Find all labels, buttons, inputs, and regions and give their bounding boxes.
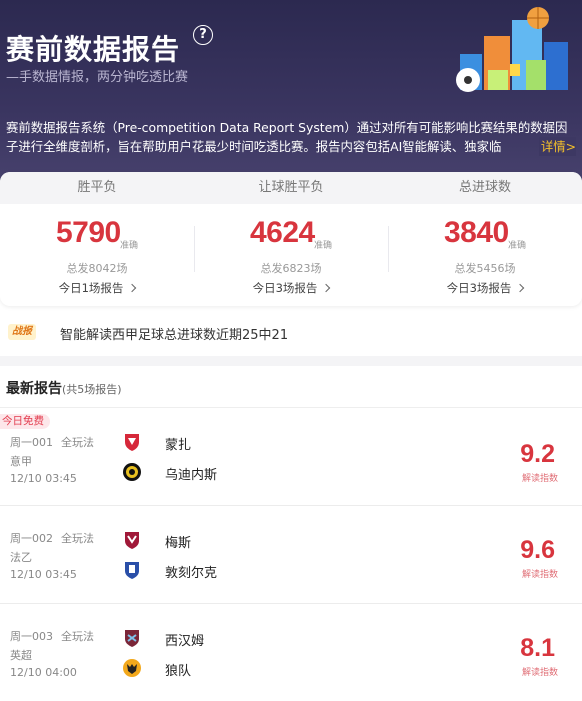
analysis-score-label: 解读指数 (521, 570, 558, 580)
home-team: 西汉姆 (165, 634, 205, 649)
analysis-score-label: 解读指数 (521, 474, 558, 484)
away-team: 狼队 (165, 664, 192, 679)
match-time: 12/10 03:45 (10, 568, 77, 581)
page-subtitle: —手数据情报，两分钟吃透比赛 (6, 70, 189, 85)
match-card[interactable]: 周一003 全玩法 英超 12/10 04:00 西汉姆 狼队 8.1 解读指数 (0, 604, 582, 701)
home-team: 蒙扎 (165, 438, 192, 453)
stats-header-win-draw-loss: 胜平负 (77, 180, 117, 195)
total-count: 总发6823场 (260, 262, 322, 275)
report-count: (共5场报告) (62, 383, 122, 396)
today-reports-link[interactable]: 今日1场报告 (0, 280, 194, 296)
stats-column-handicap: 4624 准确 总发6823场 今日3场报告 (194, 204, 388, 306)
accurate-count: 3840 (444, 216, 509, 249)
league-name: 法乙 (10, 551, 32, 564)
stats-card: 胜平负 让球胜平负 总进球数 5790 准确 总发8042场 今日1场报告 46… (0, 172, 582, 306)
analysis-score: 9.2 (520, 440, 555, 468)
total-count: 总发5456场 (454, 262, 516, 275)
total-count: 总发8042场 (66, 262, 128, 275)
page-title: 赛前数据报告 (6, 33, 181, 66)
league-name: 意甲 (10, 455, 32, 468)
free-today-badge: 今日免费 (0, 414, 50, 429)
battle-report-badge: 战报 (8, 324, 36, 340)
accurate-tag: 准确 (508, 241, 527, 251)
latest-reports-title: 最新报告(共5场报告) (6, 381, 122, 397)
hero-description: 赛前数据报告系统（Pre-competition Data Report Sys… (6, 118, 576, 156)
stats-header-total-goals: 总进球数 (458, 180, 511, 195)
accurate-tag: 准确 (120, 241, 139, 251)
home-team: 梅斯 (165, 536, 192, 551)
ticker-text[interactable]: 智能解读西甲足球总进球数近期25中21 (60, 324, 288, 343)
match-code: 周一002 (10, 532, 53, 545)
accurate-count: 5790 (56, 216, 121, 249)
stats-header-handicap: 让球胜平负 (258, 180, 324, 195)
details-link[interactable]: 详情> (538, 137, 576, 156)
hero-banner: 赛前数据报告 ? —手数据情报，两分钟吃透比赛 赛前数据报告系统（Pre-com… (0, 0, 582, 200)
match-code: 周一003 (10, 630, 53, 643)
monza-crest-icon (125, 434, 139, 451)
analysis-score: 9.6 (520, 536, 555, 564)
accurate-count: 4624 (250, 216, 315, 249)
today-reports-link[interactable]: 今日3场报告 (194, 280, 388, 296)
section-separator (0, 356, 582, 366)
accurate-tag: 准确 (314, 241, 333, 251)
stats-column-win-draw-loss: 5790 准确 总发8042场 今日1场报告 (0, 204, 194, 306)
wolves-crest-icon (123, 659, 141, 677)
away-team: 乌迪内斯 (165, 468, 218, 483)
match-card[interactable]: 周一002 全玩法 法乙 12/10 03:45 梅斯 敦刻尔克 9.6 解读指… (0, 506, 582, 604)
stats-header: 胜平负 让球胜平负 总进球数 (0, 172, 582, 204)
analysis-score-label: 解读指数 (521, 668, 558, 678)
metz-crest-icon (125, 532, 139, 549)
match-card[interactable]: 今日免费 周一001 全玩法 意甲 12/10 03:45 蒙扎 乌迪内斯 9.… (0, 408, 582, 506)
play-type: 全玩法 (61, 436, 94, 449)
match-time: 12/10 04:00 (10, 666, 77, 679)
help-icon[interactable]: ? (193, 25, 213, 45)
league-name: 英超 (10, 649, 32, 662)
match-time: 12/10 03:45 (10, 472, 77, 485)
chevron-right-icon (128, 283, 137, 293)
udinese-crest-icon (123, 463, 141, 481)
news-ticker[interactable]: 战报 智能解读西甲足球总进球数近期25中21 (0, 316, 582, 350)
west-ham-crest-icon (125, 630, 139, 647)
today-reports-link[interactable]: 今日3场报告 (388, 280, 582, 296)
analysis-score: 8.1 (520, 634, 555, 662)
away-team: 敦刻尔克 (165, 566, 218, 581)
description-text: 赛前数据报告系统（Pre-competition Data Report Sys… (6, 120, 568, 154)
play-type: 全玩法 (61, 630, 94, 643)
chevron-right-icon (516, 283, 525, 293)
play-type: 全玩法 (61, 532, 94, 545)
stats-column-total-goals: 3840 准确 总发5456场 今日3场报告 (388, 204, 582, 306)
dunkerque-crest-icon (125, 562, 139, 579)
chevron-right-icon (322, 283, 331, 293)
data-chart-illustration-icon (456, 7, 568, 92)
match-code: 周一001 (10, 436, 53, 449)
